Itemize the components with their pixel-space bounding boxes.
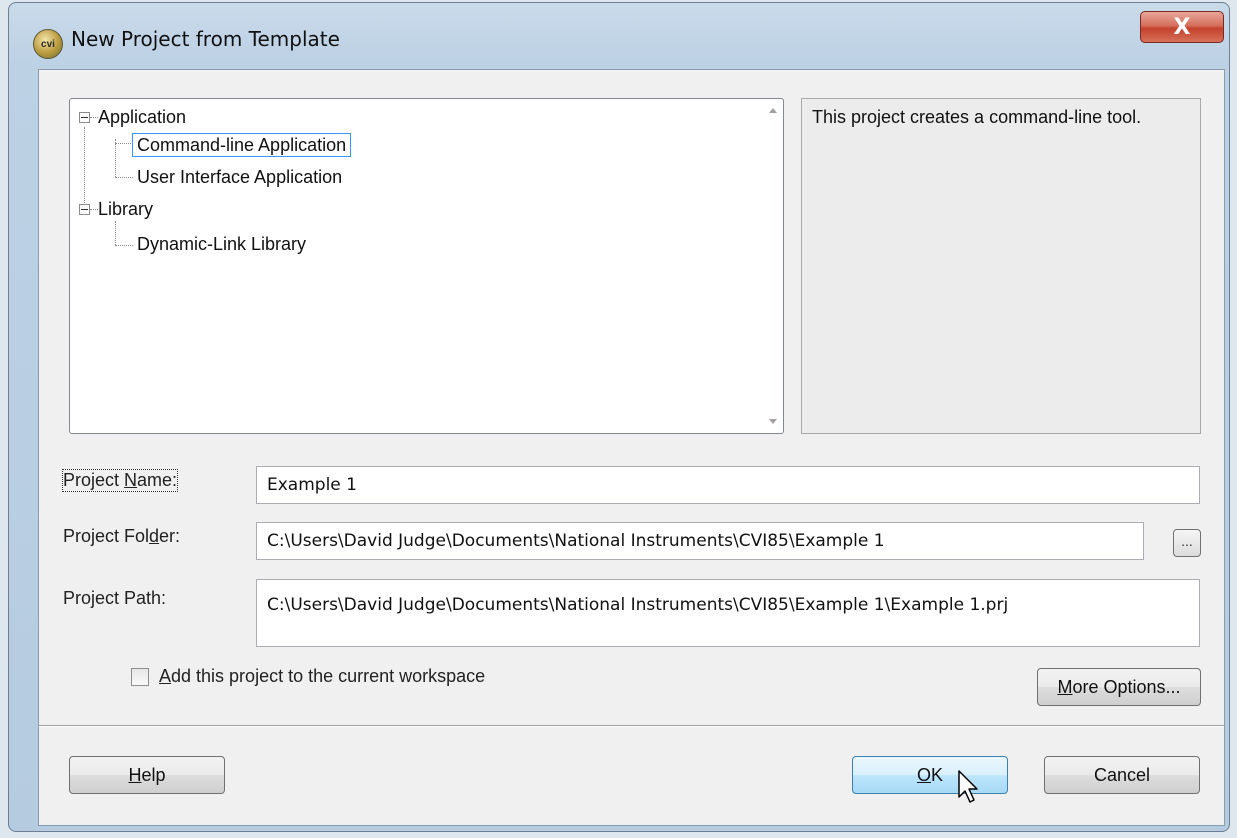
tree-connector — [115, 245, 133, 246]
tree-connector — [115, 139, 116, 177]
template-description: This project creates a command-line tool… — [801, 98, 1201, 434]
button-label: K — [931, 764, 944, 785]
button-hotkey: M — [1057, 676, 1073, 697]
button-label: elp — [141, 764, 166, 785]
project-path-field[interactable]: C:\Users\David Judge\Documents\National … — [256, 579, 1200, 647]
tree-connector — [115, 177, 133, 178]
tree-item-user-interface-application[interactable]: User Interface Application — [137, 166, 342, 188]
add-to-workspace-label[interactable]: Add this project to the current workspac… — [159, 666, 485, 687]
project-folder-label: Project Folder: — [63, 526, 180, 547]
tree-connector — [115, 221, 116, 245]
tree-item-command-line-application[interactable]: Command-line Application — [132, 133, 352, 157]
tree-item-dynamic-link-library[interactable]: Dynamic-Link Library — [137, 233, 306, 255]
template-tree[interactable]: Application Command-line Application Use… — [69, 98, 784, 434]
ok-button[interactable]: OK — [852, 756, 1008, 794]
scroll-down-icon[interactable] — [769, 419, 777, 424]
tree-connector — [90, 117, 98, 118]
tree-connector — [115, 143, 133, 144]
close-icon: X — [1173, 14, 1191, 40]
cancel-button[interactable]: Cancel — [1044, 756, 1200, 794]
title-bar[interactable]: cvi New Project from Template X — [9, 3, 1229, 69]
button-hotkey: O — [916, 764, 931, 785]
browse-folder-button[interactable]: ... — [1173, 529, 1201, 557]
button-separator — [39, 725, 1224, 727]
label-text: er: — [159, 526, 181, 546]
description-text: This project creates a command-line tool… — [812, 107, 1142, 127]
mouse-pointer-icon — [958, 770, 978, 803]
label-hotkey: A — [159, 666, 172, 686]
dialog-client-area: Application Command-line Application Use… — [38, 69, 1225, 826]
label-text: ame: — [137, 470, 178, 490]
label-text: Project Fol — [63, 526, 150, 546]
project-path-label: Project Path: — [63, 588, 167, 608]
scroll-up-icon[interactable] — [769, 108, 777, 113]
tree-item-library[interactable]: Library — [98, 198, 153, 220]
dialog-window: cvi New Project from Template X Applicat… — [8, 2, 1230, 832]
button-label: ore Options... — [1072, 676, 1181, 697]
cvi-app-icon: cvi — [33, 29, 63, 59]
tree-connector — [90, 209, 98, 210]
tree-vertical-scrollbar[interactable] — [764, 100, 782, 432]
more-options-button[interactable]: More Options... — [1037, 668, 1201, 706]
add-to-workspace-checkbox[interactable] — [131, 668, 149, 686]
help-button[interactable]: Help — [69, 756, 225, 794]
label-text: Project — [63, 470, 125, 490]
label-hotkey: N — [124, 470, 138, 490]
dialog-title: New Project from Template — [71, 27, 340, 51]
project-name-label: Project Name: — [61, 469, 179, 492]
collapse-icon[interactable] — [79, 204, 90, 215]
project-folder-input[interactable]: C:\Users\David Judge\Documents\National … — [256, 522, 1144, 560]
tree-connector — [84, 127, 85, 205]
label-text: dd this project to the current workspace — [171, 666, 486, 686]
label-hotkey: d — [149, 526, 160, 546]
close-button[interactable]: X — [1140, 11, 1224, 43]
tree-item-application[interactable]: Application — [98, 106, 186, 128]
button-hotkey: H — [128, 764, 142, 785]
collapse-icon[interactable] — [79, 112, 90, 123]
project-name-input[interactable]: Example 1 — [256, 466, 1200, 504]
